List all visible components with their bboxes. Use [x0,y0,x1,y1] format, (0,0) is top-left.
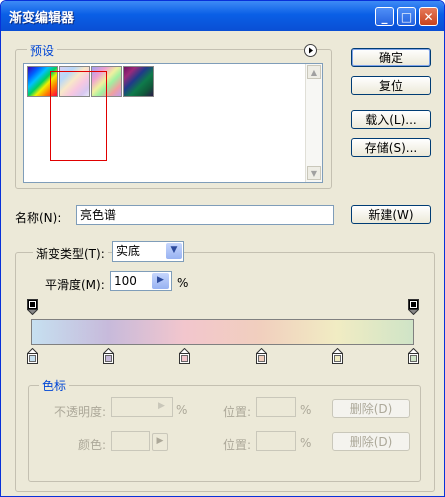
gradient-type-select[interactable]: 实底 ▼ [112,241,184,262]
presets-legend: 预设 [27,42,58,59]
window-title: 渐变编辑器 [9,11,75,26]
color-stop-icon[interactable] [179,348,190,364]
stops-legend: 色标 [39,377,70,394]
color-swatch-input[interactable] [111,431,150,451]
maximize-button[interactable]: □ [397,7,416,26]
arrow-right-circle-icon[interactable] [304,44,317,57]
dialog-content: 预设 ▲ ▼ 确定 复位 载入(L)... 存储(S)... 名称(N): 亮色… [1,31,444,496]
swatch-dark-spectrum[interactable] [123,66,154,97]
scroll-up-icon[interactable]: ▲ [307,65,321,79]
color-menu-icon[interactable]: ▶ [152,433,168,451]
opacity-unit: % [176,403,188,417]
smoothness-label: 平滑度(M): [45,278,105,292]
location-label-2: 位置: [223,438,252,452]
delete-opacity-button[interactable]: 删除(D) [332,399,410,418]
delete-color-button[interactable]: 删除(D) [332,432,410,451]
chevron-down-icon[interactable]: ▼ [166,243,182,259]
color-stop-icon[interactable] [27,348,38,364]
save-button[interactable]: 存储(S)... [351,138,431,157]
location-unit-2: % [300,436,312,450]
name-label: 名称(N): [15,211,62,225]
reset-button[interactable]: 复位 [351,76,431,95]
opacity-label: 不透明度: [54,405,107,419]
gradient-type-label: 渐变类型(T): [33,245,108,262]
color-label: 颜色: [78,438,107,452]
location-label-1: 位置: [223,405,252,419]
gradient-type-value: 实底 [116,244,141,258]
opacity-slider-icon[interactable]: ▶ [153,399,170,415]
swatch-pastel-rainbow[interactable] [91,66,122,97]
color-stop-icon[interactable] [256,348,267,364]
gradient-editor-window: 渐变编辑器 _ □ ✕ 预设 ▲ ▼ 确定 复位 载入(L)... 存储(S).… [0,0,445,497]
scroll-down-icon[interactable]: ▼ [307,166,321,180]
color-stop-icon[interactable] [103,348,114,364]
ok-button[interactable]: 确定 [351,48,431,67]
smoothness-input[interactable]: 100 ▶ [110,271,172,291]
new-button[interactable]: 新建(W) [351,205,431,224]
color-stop-icon[interactable] [408,348,419,364]
opacity-input[interactable]: ▶ [111,397,173,417]
swatch-transparent-rainbow[interactable] [59,66,90,97]
smoothness-unit: % [177,276,189,290]
presets-scrollbar[interactable]: ▲ ▼ [305,64,322,182]
color-stop-icon[interactable] [332,348,343,364]
smoothness-value: 100 [114,274,137,288]
minimize-button[interactable]: _ [375,7,394,26]
opacity-stop-right-icon[interactable] [408,299,419,315]
location-input-1[interactable] [256,397,296,417]
name-input[interactable]: 亮色谱 [76,205,334,225]
close-button[interactable]: ✕ [419,7,438,26]
slider-arrow-icon[interactable]: ▶ [152,273,169,289]
title-bar[interactable]: 渐变编辑器 _ □ ✕ [1,1,444,31]
location-input-2[interactable] [256,431,296,451]
swatch-spectrum[interactable] [27,66,58,97]
gradient-preview-bar[interactable] [31,319,414,345]
opacity-stop-left-icon[interactable] [27,299,38,315]
load-button[interactable]: 载入(L)... [351,110,431,129]
location-unit-1: % [300,403,312,417]
presets-list[interactable]: ▲ ▼ [23,63,323,183]
